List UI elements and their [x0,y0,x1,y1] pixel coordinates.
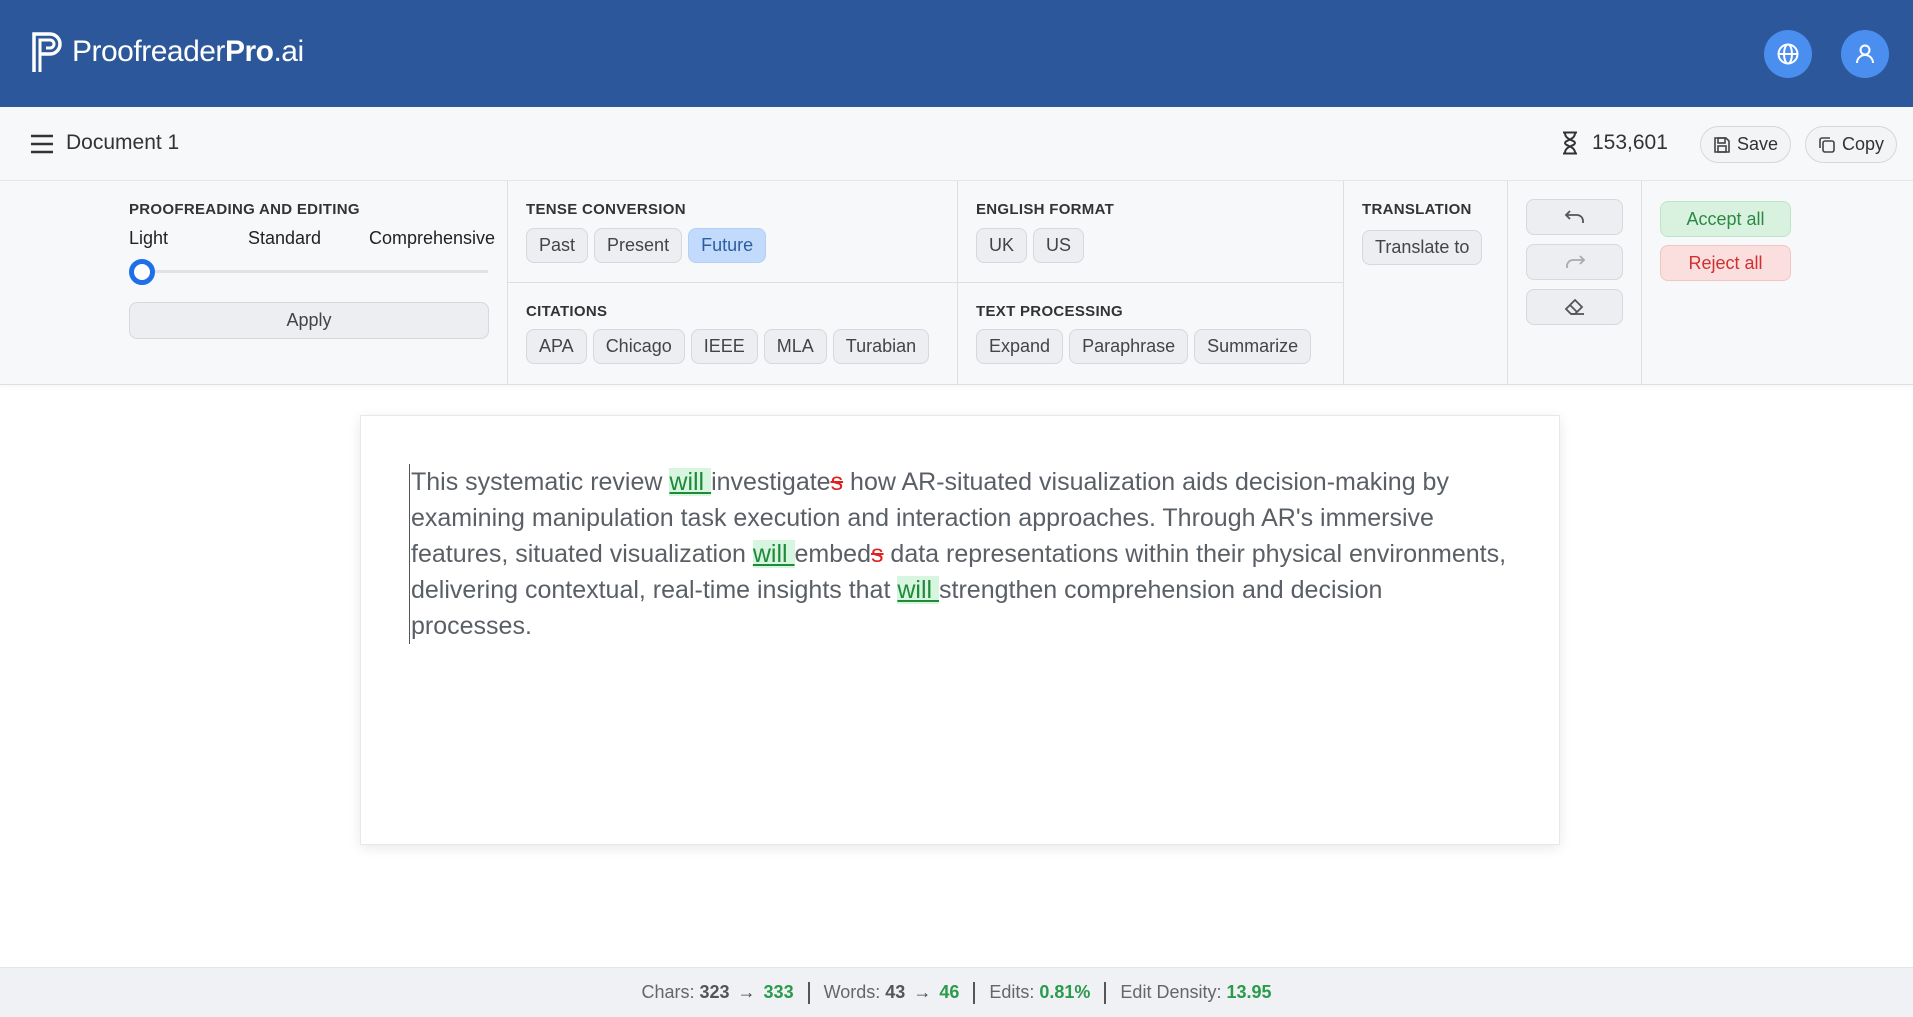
english-format-title: ENGLISH FORMAT [976,201,1115,218]
chars-before: 323 [699,982,730,1002]
top-header: ProofreaderPro.ai [0,0,1913,107]
redo-button[interactable] [1526,244,1623,280]
document-title[interactable]: Document 1 [66,131,179,155]
citation-options: APA Chicago IEEE MLA Turabian [526,329,930,364]
divider [1641,181,1642,384]
level-standard[interactable]: Standard [248,228,321,249]
copy-button[interactable]: Copy [1805,126,1898,163]
translation-options: Translate to [1362,230,1483,265]
words-after: 46 [939,982,960,1002]
inserted-text[interactable]: will [669,468,712,496]
menu-icon[interactable] [30,134,54,154]
density-label: Edit Density: [1120,982,1222,1002]
credits-counter: 153,601 [1562,131,1668,155]
tense-title: TENSE CONVERSION [526,201,686,218]
divider [507,282,1343,283]
level-light[interactable]: Light [129,228,168,249]
text-processing-options: Expand Paraphrase Summarize [976,329,1312,364]
brand-logo[interactable]: ProofreaderPro.ai [30,30,304,74]
edits-label: Edits: [989,982,1035,1002]
arrow-right-icon: → [913,982,932,1002]
reject-all-button[interactable]: Reject all [1660,245,1791,281]
translate-to-button[interactable]: Translate to [1362,230,1483,265]
summarize-button[interactable]: Summarize [1194,329,1312,364]
apply-button[interactable]: Apply [129,302,489,339]
tense-present-button[interactable]: Present [594,228,683,263]
document-text: This systematic review [411,468,670,496]
separator [973,981,976,1004]
english-format-options: UK US [976,228,1085,263]
brand-name: ProofreaderPro.ai [72,35,304,68]
format-uk-button[interactable]: UK [976,228,1028,263]
chars-label: Chars: [641,982,695,1002]
chars-after: 333 [763,982,794,1002]
account-button[interactable] [1841,30,1889,78]
citations-title: CITATIONS [526,303,608,320]
separator [1104,981,1107,1004]
citation-apa-button[interactable]: APA [526,329,587,364]
citation-chicago-button[interactable]: Chicago [592,329,685,364]
level-comprehensive[interactable]: Comprehensive [369,228,495,249]
globe-icon [1777,43,1799,65]
accept-all-button[interactable]: Accept all [1660,201,1791,237]
credits-value: 153,601 [1592,131,1668,154]
divider [1343,181,1344,384]
logo-icon [32,32,62,72]
proofreading-title: PROOFREADING AND EDITING [129,201,360,218]
user-icon [1856,44,1874,64]
editor-content[interactable]: This systematic review will investigates… [409,464,1509,644]
tense-past-button[interactable]: Past [526,228,589,263]
hourglass-icon [1563,131,1577,155]
paraphrase-button[interactable]: Paraphrase [1069,329,1189,364]
density-value: 13.95 [1226,982,1272,1002]
citation-ieee-button[interactable]: IEEE [690,329,758,364]
eraser-icon [1564,298,1584,315]
clear-button[interactable] [1526,289,1623,325]
copy-icon [1819,136,1835,153]
expand-button[interactable]: Expand [976,329,1064,364]
text-processing-title: TEXT PROCESSING [976,303,1124,320]
deleted-text[interactable]: s [831,468,844,496]
words-label: Words: [823,982,881,1002]
document-text: embed [794,540,871,568]
citation-mla-button[interactable]: MLA [763,329,827,364]
document-editor[interactable]: This systematic review will investigates… [360,415,1560,845]
status-bar: Chars: 323 → 333 Words: 43 → 46 Edits: 0… [0,967,1913,1017]
words-before: 43 [885,982,906,1002]
tense-options: Past Present Future [526,228,767,263]
document-bar: Document 1 153,601 Save Copy [0,107,1913,181]
separator [807,981,810,1004]
inserted-text[interactable]: will [752,540,795,568]
translation-title: TRANSLATION [1362,201,1472,218]
save-button[interactable]: Save [1700,126,1792,163]
save-icon [1714,136,1730,153]
arrow-right-icon: → [737,982,756,1002]
citation-turabian-button[interactable]: Turabian [832,329,930,364]
inserted-text[interactable]: will [897,576,940,604]
undo-button[interactable] [1526,199,1623,235]
slider-thumb[interactable] [129,259,155,285]
undo-icon [1564,210,1584,223]
deleted-text[interactable]: s [871,540,884,568]
proofreading-level-slider[interactable] [130,270,488,273]
language-button[interactable] [1764,30,1812,78]
redo-icon [1565,255,1585,268]
divider [1507,181,1508,384]
format-us-button[interactable]: US [1033,228,1085,263]
document-text: investigate [711,468,831,496]
tense-future-button[interactable]: Future [688,228,767,263]
edits-value: 0.81% [1039,982,1091,1002]
